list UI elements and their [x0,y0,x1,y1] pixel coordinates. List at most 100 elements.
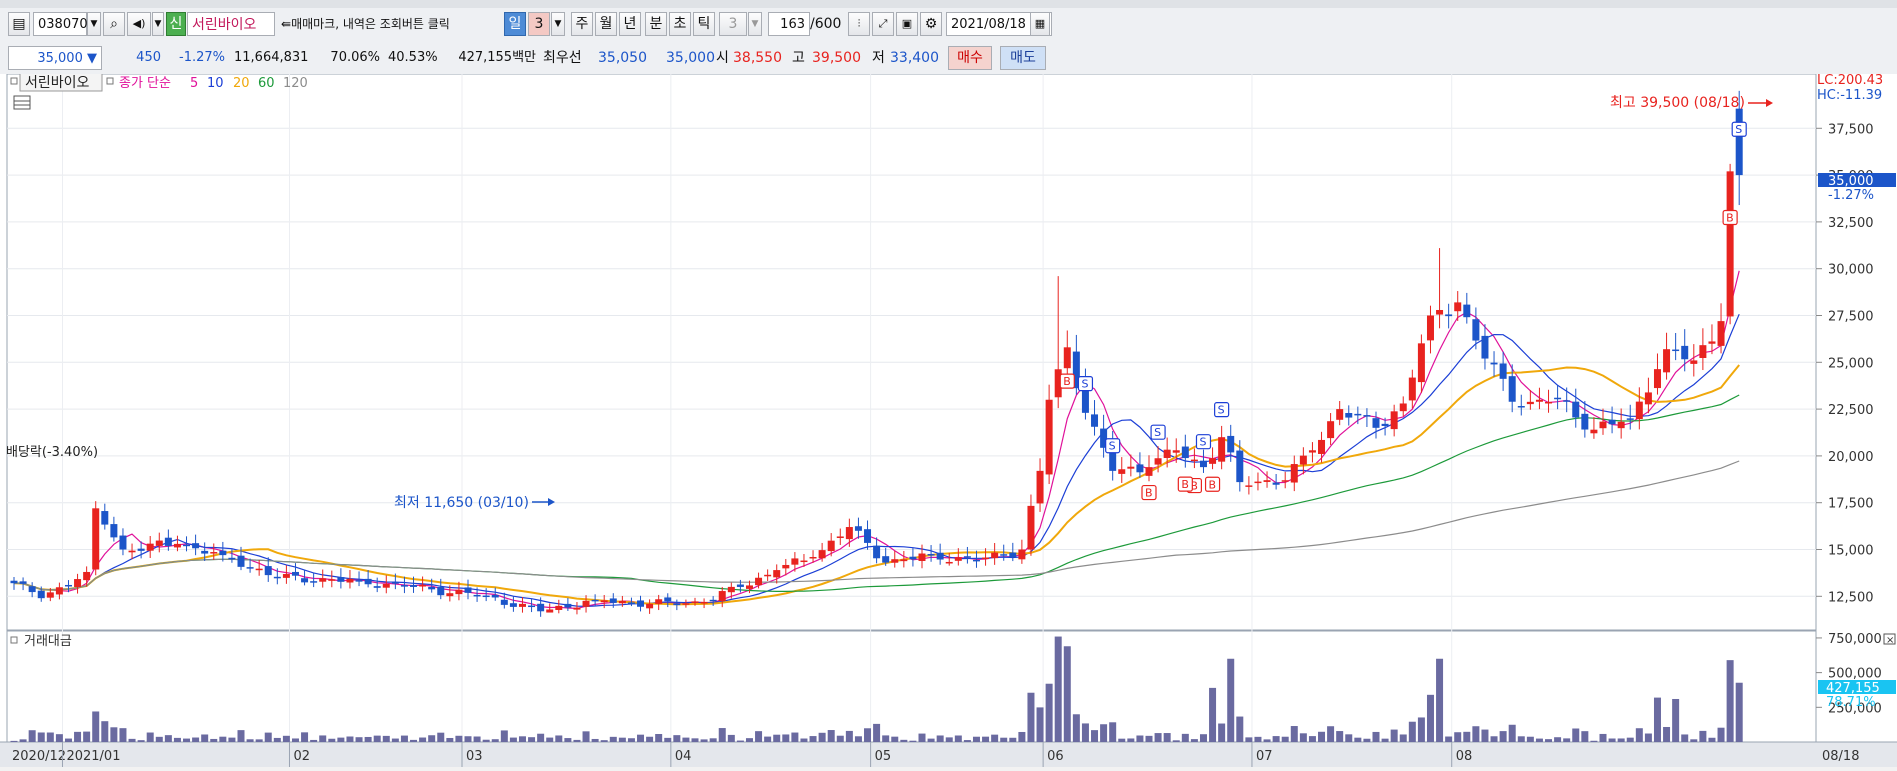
period-minute-button[interactable]: 분 [645,12,667,36]
volume-bar [464,736,472,742]
volume-bar [10,740,18,742]
candle-body [1599,421,1607,429]
lc-label: LC:200.43 [1817,74,1883,88]
volume-bar [818,732,826,742]
buy-button[interactable]: 매수 [948,46,992,70]
zoom-icon[interactable]: ⤢ [872,12,894,36]
volume-bar [646,736,654,742]
period-year-button[interactable]: 년 [619,12,641,36]
candle-body [1445,314,1453,317]
volume-bar [682,737,690,742]
candle-body [1091,414,1099,427]
period-month-button[interactable]: 월 [595,12,617,36]
volume-bar [1626,737,1634,742]
volume-bar [310,739,318,742]
candle-body [718,591,726,601]
candle-body [1218,437,1226,462]
candle-body [1426,315,1434,341]
candle-body [473,594,481,597]
tick-count-field[interactable]: 3 [719,12,747,36]
price-change-pct: -1.27% [179,50,225,65]
chart-area[interactable]: 12,500 15,000 17,500 20,000 22,500 25,000 27,5… [0,72,1897,767]
candle-body [573,607,581,610]
volume-bar [319,735,327,742]
candle-body [1063,347,1071,369]
tick-dropdown-icon[interactable]: ▼ [748,12,762,36]
gear-icon[interactable]: ⚙ [920,12,942,36]
candle-body [1726,171,1734,317]
volume-bar [1018,731,1026,742]
candle-body [537,603,545,612]
volume-bar [491,739,499,742]
volume-bar [273,737,281,742]
stock-code-input[interactable]: 038070 [33,12,88,36]
candle-body [1372,418,1380,428]
candle-body [845,527,853,540]
candle-body [1545,401,1553,404]
volume-bar [128,738,136,742]
volume-bar [582,731,590,742]
volume-bar [1399,734,1407,742]
candle-body [1563,400,1571,402]
volume-bar [891,736,899,742]
candle-body [528,605,536,608]
layout-icon[interactable]: ▤ [8,12,30,36]
x-axis-label: 05 [875,749,892,764]
search-icon[interactable]: ⌕ [103,12,125,36]
volume-bar [1454,732,1462,742]
candle-body [1336,409,1344,420]
down-arrow-icon: ▼ [87,51,97,66]
candle-body [1572,401,1580,418]
data-count-input[interactable]: 163 [768,12,810,36]
table-toggle-icon[interactable] [13,95,31,110]
candle-body [1672,349,1680,352]
candle-body [201,550,209,554]
volume-bar [745,738,753,742]
volume-bar [1091,730,1099,742]
calendar-icon[interactable]: ▦ [1030,12,1050,36]
stock-name-field[interactable]: 서린바이오 [187,12,275,36]
sell-marker-label: S [1735,123,1742,136]
volume-bar [1472,726,1480,742]
candle-body [1690,360,1698,364]
period-week-button[interactable]: 주 [571,12,593,36]
turnover-ratio: 40.53% [388,50,438,65]
save-icon[interactable]: ▣ [896,12,918,36]
candle-body [446,593,454,597]
period-tick-button[interactable]: 틱 [693,12,715,36]
x-axis-label: 2021/01 [66,749,120,764]
candle-body [364,578,372,585]
multiplier-dropdown-icon[interactable]: ▼ [551,12,565,36]
period-second-button[interactable]: 초 [669,12,691,36]
volume-bar [55,734,63,742]
sell-button[interactable]: 매도 [1000,46,1046,70]
candle-body [19,581,27,584]
candle-type-icon[interactable]: ⫶ [848,12,870,36]
volume-legend-title: 거래대금 [24,634,72,649]
sound-dropdown-icon[interactable]: ▼ [152,12,164,36]
period-day-button[interactable]: 일 [504,12,526,36]
sound-icon[interactable]: ◀) [127,12,151,36]
low-annotation: 최저 11,650 (03/10) [394,495,529,511]
code-dropdown-icon[interactable]: ▼ [87,12,101,36]
candle-body [646,603,654,609]
candle-body [954,557,962,561]
period-multiplier-field[interactable]: 3 [528,12,550,36]
trade-mark-notice[interactable]: ⇚매매마크, 내역은 조회버튼 클릭 [281,12,450,36]
candle-body [1626,418,1634,420]
volume-bar [954,735,962,742]
volume-bar [609,736,617,742]
candle-body [755,577,763,586]
candle-body [1390,411,1398,430]
price-chart-svg[interactable]: 12,500 15,000 17,500 20,000 22,500 25,000 27,5… [0,72,1897,767]
candle-body [1517,406,1525,408]
volume-bar [827,730,835,742]
volume-bar [1045,683,1053,742]
candle-body [1308,450,1316,453]
candle-body [1172,450,1180,453]
volume-bar [1617,738,1625,742]
candle-body [328,579,336,581]
volume-bar [718,728,726,742]
volume-bar [455,735,463,742]
buy-marker-label: B [1209,478,1217,491]
